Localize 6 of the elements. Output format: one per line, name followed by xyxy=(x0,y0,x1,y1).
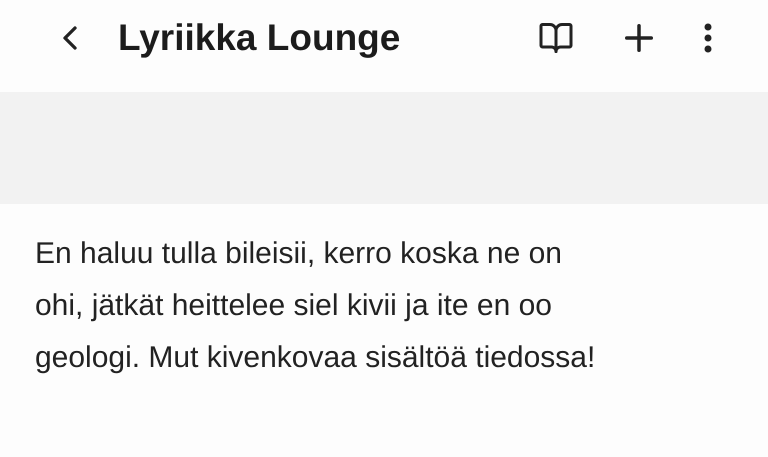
page-title: Lyriikka Lounge xyxy=(118,17,402,59)
lyrics-text: En haluu tulla bileisii, kerro koska ne on ohi, jätkät heittelee siel kivii ja ite en oo geologi. Mut kivenkovaa sisältöä tiedossa! xyxy=(35,236,596,376)
book-icon xyxy=(538,20,574,56)
more-options-button[interactable] xyxy=(704,23,712,53)
more-icon xyxy=(704,23,712,53)
book-button[interactable] xyxy=(538,20,574,56)
